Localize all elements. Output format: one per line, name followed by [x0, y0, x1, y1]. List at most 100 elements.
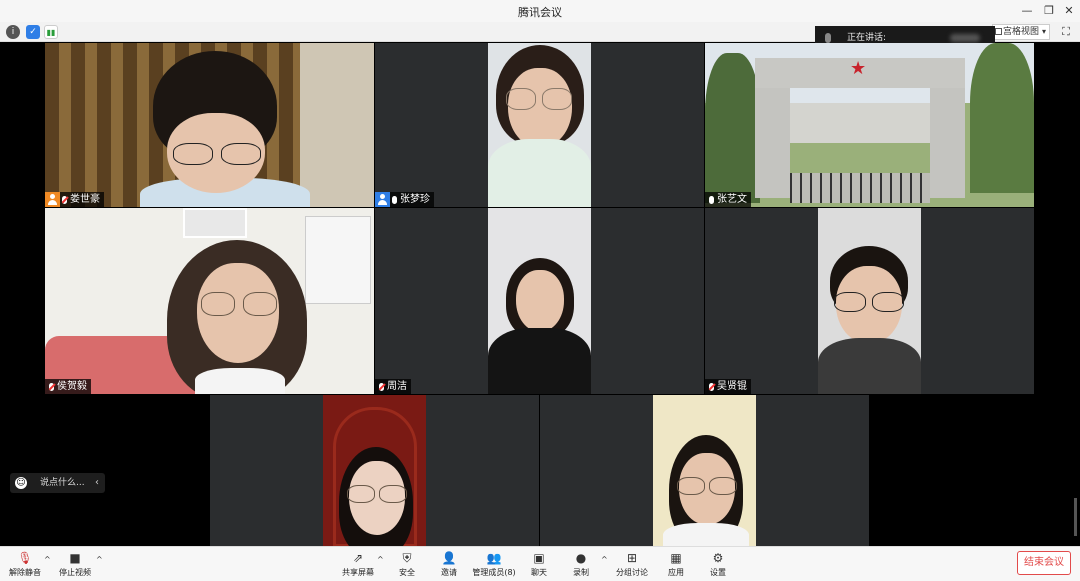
video-tile[interactable]: 吴贤锟	[705, 208, 1034, 394]
participant-namebar: 侯贺毅	[45, 379, 91, 394]
glasses-icon	[542, 88, 572, 110]
mic-icon	[709, 195, 714, 204]
mic-muted-icon: 🎙	[17, 551, 33, 565]
participant-namebar: 吴贤锟	[705, 379, 751, 394]
video-tile[interactable]	[540, 395, 869, 546]
glasses-icon	[379, 485, 407, 503]
minimize-icon[interactable]: —	[1018, 2, 1036, 20]
info-icon[interactable]: i	[6, 25, 20, 39]
chevron-left-icon[interactable]: ‹	[95, 473, 99, 493]
participant-namebar: 周洁	[375, 379, 411, 394]
glasses-icon	[506, 88, 536, 110]
glasses-icon	[173, 143, 213, 165]
gate-pillar	[930, 88, 965, 198]
red-star-icon: ★	[850, 58, 867, 79]
participant-name: 侯贺毅	[57, 381, 87, 392]
gate-beam	[790, 103, 930, 143]
wall	[300, 43, 374, 207]
host-badge-icon	[375, 192, 390, 207]
participant-name: 娄世豪	[70, 194, 100, 205]
restore-icon[interactable]: ❐	[1040, 2, 1058, 20]
speaker-name-blurred	[950, 34, 980, 42]
glasses-icon	[834, 292, 866, 312]
shield-icon[interactable]: ✓	[26, 25, 40, 39]
person-shirt	[488, 139, 591, 207]
participant-name: 张艺文	[717, 194, 747, 205]
person-shirt	[818, 338, 921, 394]
video-tile[interactable]: 侯贺毅	[45, 208, 374, 394]
bottom-toolbar: 🎙 解除静音 ^ ■ 停止视频 ^ ⇗ 共享屏幕 ^ ⛨ 安全 👤 邀请 👥 管…	[0, 546, 1080, 581]
video-feed	[653, 395, 756, 546]
fullscreen-icon[interactable]: ⛶	[1059, 25, 1073, 39]
participant-name: 吴贤锟	[717, 381, 747, 392]
video-tile[interactable]: 周洁	[375, 208, 704, 394]
tree-left	[705, 53, 760, 203]
glasses-icon	[243, 292, 277, 316]
video-feed	[323, 395, 426, 546]
mic-icon	[825, 33, 831, 43]
breakout-icon: ⊞	[626, 551, 638, 565]
invite-button[interactable]: 👤 邀请	[424, 549, 474, 581]
gate-fence	[790, 173, 930, 203]
video-feed	[818, 208, 921, 394]
members-icon: 👥	[486, 551, 502, 565]
chat-quick-input[interactable]: ☺ 说点什么... ‹	[10, 473, 105, 493]
glasses-icon	[221, 143, 261, 165]
video-tile[interactable]: 娄世豪	[45, 43, 374, 207]
record-icon: ●	[575, 551, 587, 565]
chevron-down-icon: ▾	[1041, 27, 1046, 36]
person-face	[516, 270, 564, 332]
share-screen-button[interactable]: ⇗ 共享屏幕	[333, 549, 383, 581]
participant-namebar: 张梦珍	[375, 192, 434, 207]
gate-pillar	[755, 88, 790, 198]
mic-muted-icon	[709, 382, 714, 391]
person-shirt	[663, 523, 749, 546]
apps-grid-icon: ▦	[670, 551, 682, 565]
video-camera-icon: ■	[69, 551, 81, 565]
person-shirt	[195, 368, 285, 394]
stop-video-button[interactable]: ■ 停止视频	[50, 549, 100, 581]
video-feed	[488, 43, 591, 207]
mic-muted-icon	[62, 195, 67, 204]
glasses-icon	[872, 292, 904, 312]
video-grid: 娄世豪 张梦珍 ★ 张艺文 侯贺毅 周洁 吴贤锟	[0, 43, 1080, 546]
chat-bubble-icon: ▣	[533, 551, 545, 565]
window-title: 腾讯会议	[518, 6, 562, 19]
chevron-up-icon[interactable]: ^	[96, 555, 103, 564]
title-bar: 腾讯会议 — ❐ ✕	[0, 0, 1080, 22]
scrollbar[interactable]	[1074, 498, 1077, 536]
participant-name: 张梦珍	[400, 194, 430, 205]
settings-button[interactable]: ⚙ 设置	[693, 549, 743, 581]
video-tile[interactable]	[210, 395, 539, 546]
glasses-icon	[677, 477, 705, 495]
close-icon[interactable]: ✕	[1060, 2, 1078, 20]
speaking-label: 正在讲话:	[847, 33, 887, 43]
grid-view-label: 宫格视图	[1003, 27, 1040, 37]
mic-muted-icon	[379, 382, 384, 391]
tree-right	[970, 43, 1034, 193]
add-person-icon: 👤	[441, 551, 457, 565]
chat-placeholder: 说点什么...	[40, 478, 85, 488]
smiley-icon[interactable]: ☺	[15, 477, 27, 489]
record-button[interactable]: ● 录制	[556, 549, 606, 581]
unmute-button[interactable]: 🎙 解除静音	[0, 549, 50, 581]
grid-view-button[interactable]: 宫格视图 ▾	[992, 24, 1050, 40]
share-screen-icon: ⇗	[352, 551, 364, 565]
video-tile[interactable]: ★ 张艺文	[705, 43, 1034, 207]
shield-icon: ⛨	[402, 551, 412, 565]
signal-icon[interactable]: ▮▮	[44, 25, 58, 39]
video-feed	[488, 208, 591, 394]
mic-muted-icon	[49, 382, 54, 391]
grid-view-icon	[995, 28, 1002, 35]
wall-poster	[305, 216, 371, 304]
end-meeting-button[interactable]: 结束会议	[1017, 551, 1071, 575]
glasses-icon	[201, 292, 235, 316]
breakout-rooms-button[interactable]: ⊞ 分组讨论	[607, 549, 657, 581]
participant-namebar: 张艺文	[705, 192, 751, 207]
video-tile[interactable]: 张梦珍	[375, 43, 704, 207]
participant-name: 周洁	[387, 381, 407, 392]
manage-members-button[interactable]: 👥 管理成员(8)	[469, 549, 519, 581]
mic-icon	[392, 195, 397, 204]
glasses-icon	[709, 477, 737, 495]
glasses-icon	[347, 485, 375, 503]
